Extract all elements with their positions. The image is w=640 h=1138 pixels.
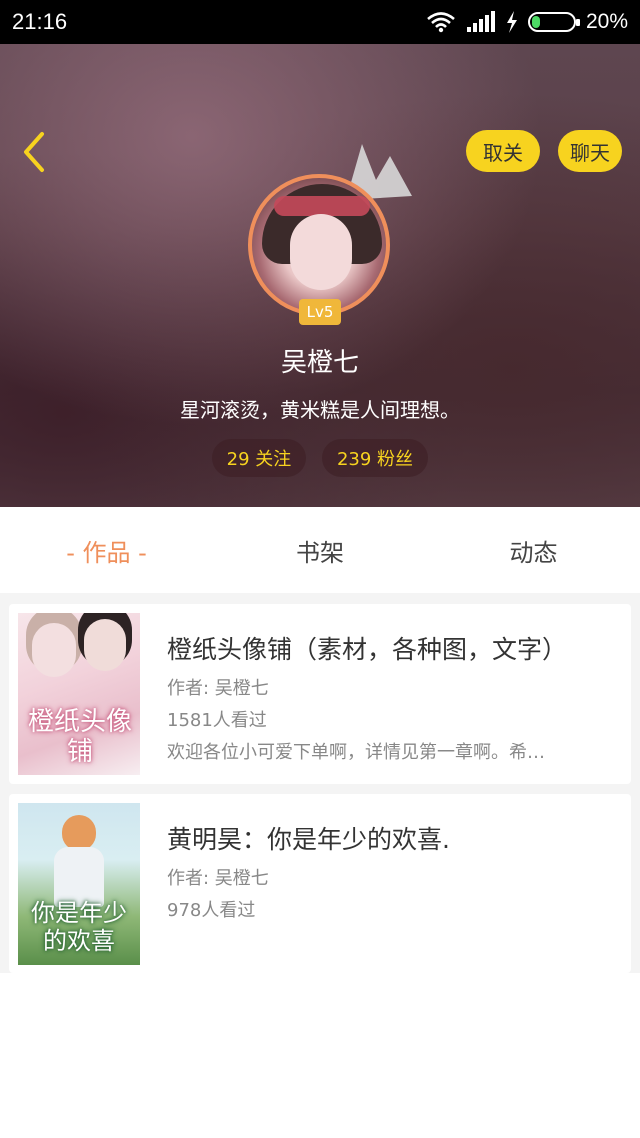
lightning-icon (506, 11, 517, 33)
battery-icon (527, 12, 580, 32)
battery-percent: 20% (585, 10, 628, 33)
avatar-headband (274, 196, 370, 216)
book-description: 欢迎各位小可爱下单啊，详情见第一章啊。希… (167, 742, 545, 763)
book-author: 作者: 吴橙七 (167, 868, 269, 889)
battery-fill (531, 16, 540, 28)
works-list: 橙纸头像铺 橙纸头像铺（素材，各种图，文字） 作者: 吴橙七 1581人看过 欢… (0, 593, 640, 973)
book-cover: 你是年少的欢喜 (18, 803, 140, 965)
book-views: 978人看过 (167, 900, 256, 921)
signal-icon (466, 11, 495, 32)
chevron-left-icon[interactable] (18, 128, 54, 176)
book-author: 作者: 吴橙七 (167, 678, 269, 699)
cover-figure (62, 815, 96, 851)
unfollow-button[interactable]: 取关 (466, 130, 540, 172)
fans-count[interactable]: 239 粉丝 (322, 439, 428, 477)
tab-feed[interactable]: 动态 (427, 507, 640, 593)
book-views: 1581人看过 (167, 710, 267, 731)
avatar[interactable] (248, 174, 390, 316)
book-title: 黄明昊：你是年少的欢喜. (167, 825, 450, 854)
cover-title: 橙纸头像铺 (28, 707, 133, 767)
tab-bookshelf[interactable]: 书架 (213, 507, 427, 593)
status-icons: 20% (426, 10, 628, 34)
cover-figure (84, 619, 126, 671)
user-bio: 星河滚烫，黄米糕是人间理想。 (180, 398, 460, 422)
status-bar: 21:16 20% (0, 0, 640, 44)
tab-works[interactable]: - 作品 - (0, 507, 213, 593)
profile-tabs: - 作品 - 书架 动态 (0, 507, 640, 593)
chat-button[interactable]: 聊天 (558, 130, 622, 172)
following-count[interactable]: 29 关注 (212, 439, 306, 477)
book-cover: 橙纸头像铺 (18, 613, 140, 775)
avatar-face (290, 214, 352, 290)
list-item[interactable]: 橙纸头像铺 橙纸头像铺（素材，各种图，文字） 作者: 吴橙七 1581人看过 欢… (9, 604, 631, 784)
username: 吴橙七 (280, 348, 359, 378)
book-title: 橙纸头像铺（素材，各种图，文字） (167, 635, 568, 664)
status-time: 21:16 (12, 9, 68, 34)
list-item[interactable]: 你是年少的欢喜 黄明昊：你是年少的欢喜. 作者: 吴橙七 978人看过 (9, 794, 631, 973)
cover-title: 你是年少的欢喜 (31, 899, 127, 955)
cover-figure (32, 623, 76, 677)
cover-figure-body (54, 847, 104, 907)
wifi-icon (427, 12, 455, 33)
profile-header: 取关 聊天 Lv5 吴橙七 星河滚烫，黄米糕是人间理想。 29 关注 239 粉… (0, 44, 640, 507)
level-badge: Lv5 (299, 299, 341, 325)
